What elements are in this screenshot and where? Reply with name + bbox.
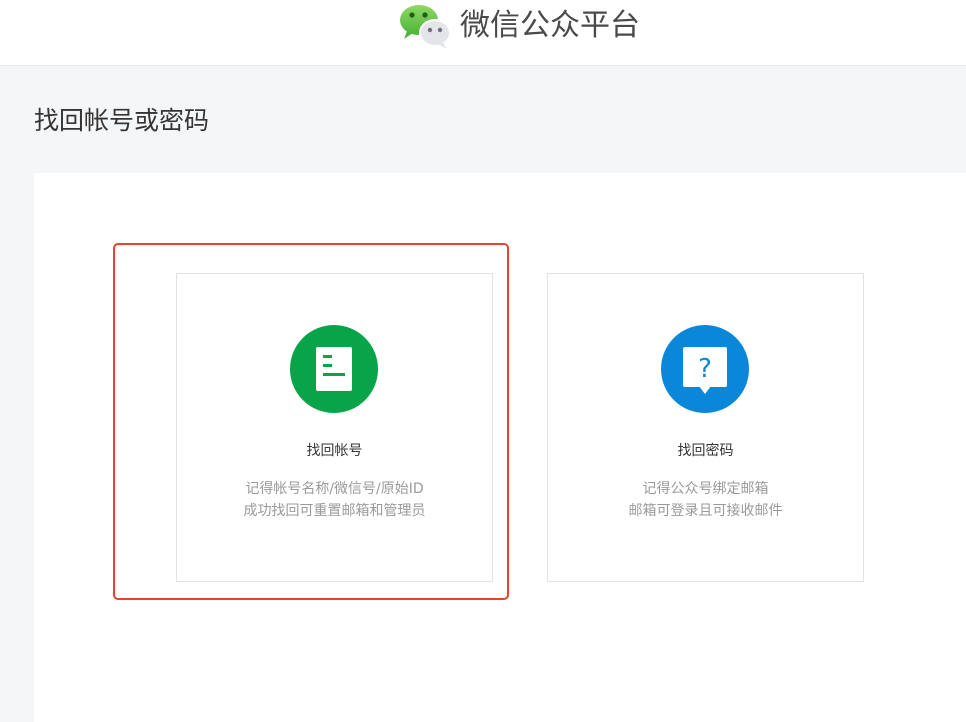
description-line: 记得公众号绑定邮箱 xyxy=(642,481,769,497)
description-line: 成功找回可重置邮箱和管理员 xyxy=(243,503,426,519)
wechat-logo-icon xyxy=(400,5,451,49)
description-line: 记得帐号名称/微信号/原始ID xyxy=(245,481,424,497)
find-password-card[interactable]: ? 找回密码 记得公众号绑定邮箱 邮箱可登录且可接收邮件 xyxy=(547,273,864,582)
question-bubble-icon: ? xyxy=(661,325,749,413)
find-password-title: 找回密码 xyxy=(677,443,734,459)
svg-text:?: ? xyxy=(698,354,712,384)
find-account-description: 记得帐号名称/微信号/原始ID 成功找回可重置邮箱和管理员 xyxy=(177,478,492,522)
brand-name: 微信公众平台 xyxy=(460,8,640,43)
find-password-description: 记得公众号绑定邮箱 邮箱可登录且可接收邮件 xyxy=(548,478,863,522)
description-line: 邮箱可登录且可接收邮件 xyxy=(628,503,783,519)
document-icon xyxy=(290,325,378,413)
logo-link[interactable]: 微信公众平台 xyxy=(398,2,648,52)
top-header: 微信公众平台 xyxy=(0,0,966,66)
find-account-title: 找回帐号 xyxy=(306,443,363,459)
page-title: 找回帐号或密码 xyxy=(34,106,210,135)
find-account-card[interactable]: 找回帐号 记得帐号名称/微信号/原始ID 成功找回可重置邮箱和管理员 xyxy=(176,273,493,582)
